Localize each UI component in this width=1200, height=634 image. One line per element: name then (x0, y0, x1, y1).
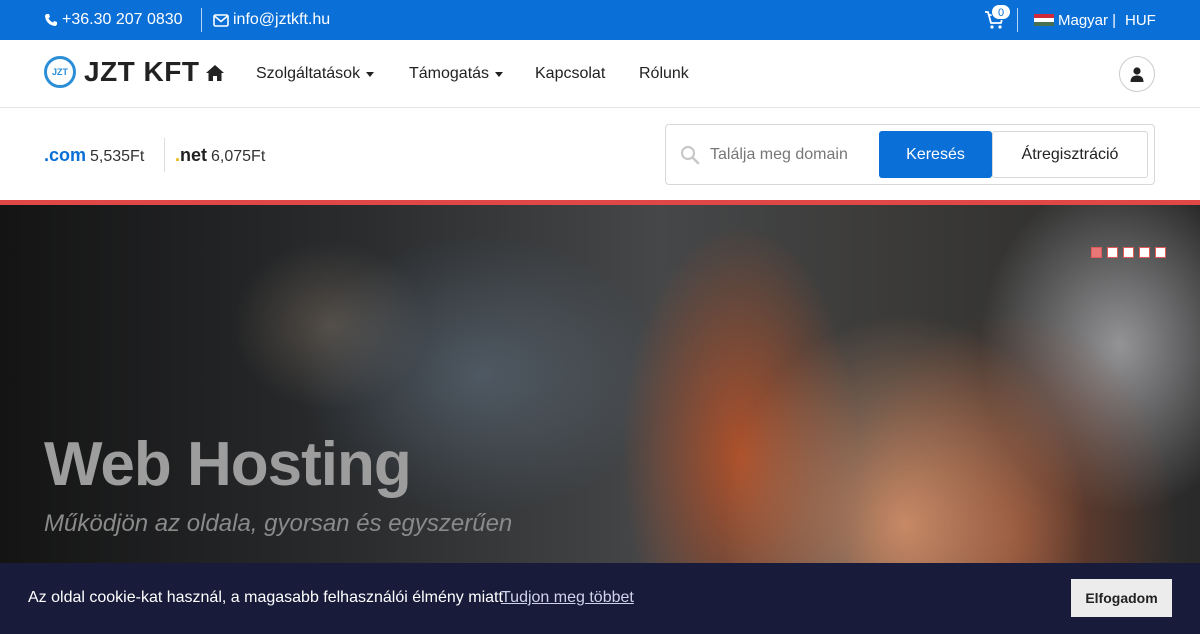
domain-search-form: Keresés Átregisztráció (665, 124, 1155, 185)
slider-pagination (1091, 247, 1166, 258)
hero-title: Web Hosting (44, 430, 412, 499)
top-bar: +36.30 207 0830 info@jztkft.hu 0 Magyar … (0, 0, 1200, 40)
email-address: info@jztkft.hu (233, 11, 331, 28)
cookie-message: Az oldal cookie-kat használ, a magasabb … (28, 589, 503, 606)
language-selector[interactable]: Magyar | (1058, 12, 1116, 29)
tld-name: .net (175, 145, 208, 165)
tld-price-net: .net 6,075Ft (175, 145, 265, 166)
learn-more-link[interactable]: Tudjon meg többet (501, 589, 634, 607)
nav-item-label: Kapcsolat (535, 65, 606, 82)
slider-dot[interactable] (1139, 247, 1150, 258)
hero-subtitle: Működjön az oldala, gyorsan és egyszerűe… (44, 510, 513, 537)
phone-icon (45, 14, 57, 26)
tld-price: 6,075Ft (211, 148, 266, 165)
logo-text: JZT KFT (84, 56, 200, 87)
nav-item-label: Rólunk (639, 65, 689, 82)
tld-name: .com (44, 145, 87, 165)
logo-badge: JZT (44, 56, 76, 88)
phone-link[interactable]: +36.30 207 0830 (44, 11, 183, 29)
account-button[interactable] (1119, 56, 1155, 92)
tld-price: 5,535Ft (90, 148, 145, 165)
nav-item-services[interactable]: Szolgáltatások (256, 65, 375, 83)
email-link[interactable]: info@jztkft.hu (213, 11, 330, 29)
slider-dot[interactable] (1107, 247, 1118, 258)
user-icon (1130, 67, 1144, 82)
tld-price-com: .com 5,535Ft (44, 145, 144, 166)
search-icon (680, 145, 700, 165)
logo[interactable]: JZT JZT KFT (44, 56, 200, 88)
nav-item-support[interactable]: Támogatás (409, 65, 504, 83)
domain-search-bar: .com 5,535Ft .net 6,075Ft Keresés Átregi… (0, 108, 1200, 200)
phone-number: +36.30 207 0830 (62, 11, 183, 28)
transfer-button[interactable]: Átregisztráció (992, 131, 1148, 178)
cart-count-badge: 0 (991, 4, 1011, 20)
nav-item-about[interactable]: Rólunk (639, 65, 689, 83)
divider (201, 8, 202, 32)
chevron-down-icon (366, 71, 375, 77)
currency-selector[interactable]: HUF (1125, 12, 1156, 29)
nav-item-label: Szolgáltatások (256, 65, 361, 82)
chevron-down-icon (495, 71, 504, 77)
envelope-icon (213, 13, 229, 27)
hungarian-flag-icon (1034, 14, 1054, 26)
nav-item-contact[interactable]: Kapcsolat (535, 65, 605, 83)
slider-dot[interactable] (1155, 247, 1166, 258)
home-icon[interactable] (205, 64, 225, 82)
slider-dot[interactable] (1123, 247, 1134, 258)
search-button[interactable]: Keresés (879, 131, 992, 178)
main-navbar: JZT JZT KFT Szolgáltatások Támogatás Kap… (0, 40, 1200, 108)
divider (164, 138, 165, 172)
accept-cookies-button[interactable]: Elfogadom (1071, 579, 1172, 617)
nav-item-label: Támogatás (409, 65, 490, 82)
cookie-consent-bar: Az oldal cookie-kat használ, a magasabb … (0, 563, 1200, 634)
divider (1017, 8, 1018, 32)
slider-dot[interactable] (1091, 247, 1102, 258)
